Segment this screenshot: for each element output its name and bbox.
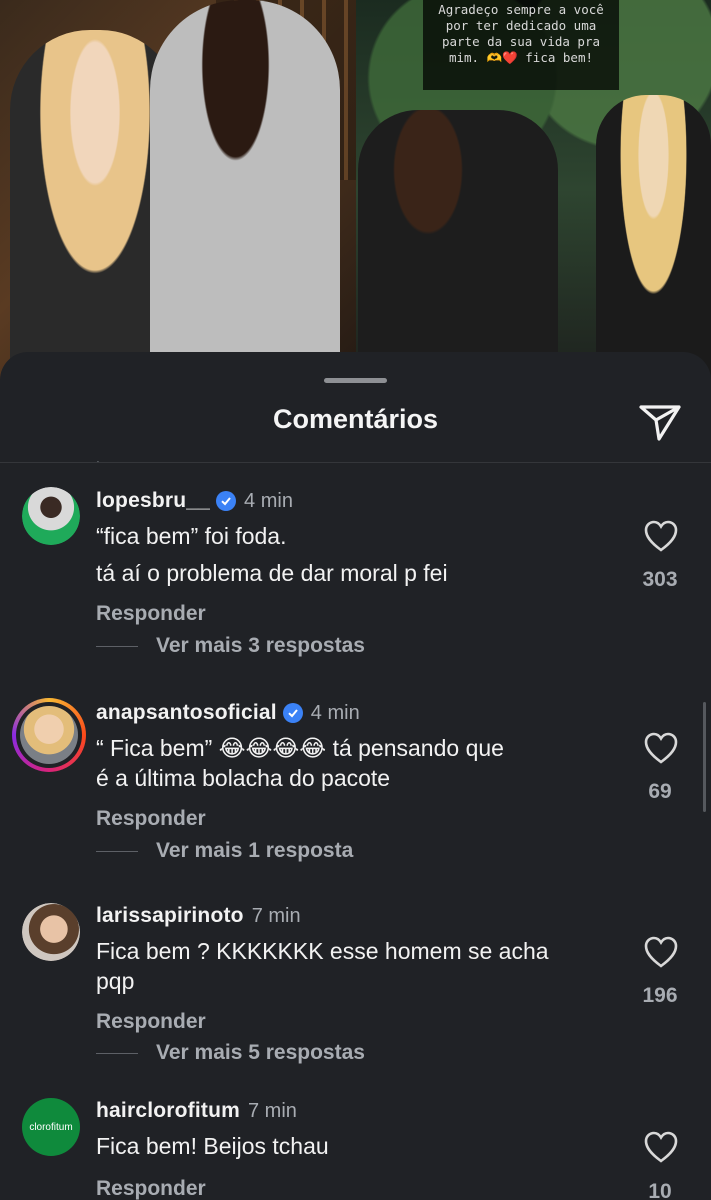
- reply-button[interactable]: Responder: [96, 602, 206, 626]
- comment-time: 7 min: [247, 1099, 297, 1122]
- like-button[interactable]: [642, 518, 680, 554]
- previous-comment-fragment: .: [96, 450, 100, 466]
- comment-text-line: pqp: [96, 968, 135, 994]
- thread-line: [96, 850, 138, 852]
- comment-text: Fica bem ? KKKKKKK esse homem se acha: [96, 938, 549, 964]
- verified-badge-icon: [216, 491, 237, 511]
- comment-time: 4 min: [244, 489, 293, 512]
- heart-icon: [644, 936, 678, 968]
- avatar-story-ring[interactable]: [12, 698, 86, 772]
- view-more-replies[interactable]: Ver mais 3 respostas: [96, 634, 365, 658]
- view-more-replies-label: Ver mais 1 resposta: [156, 839, 354, 862]
- comment-text-line: é a última bolacha do pacote: [96, 765, 391, 791]
- comment-text: “ Fica bem” 😂😂😂😂 tá pensando que: [96, 735, 504, 761]
- like-count: 303: [642, 568, 678, 591]
- avatar[interactable]: [22, 487, 80, 545]
- like-count: 10: [648, 1180, 672, 1200]
- like-button[interactable]: [642, 1129, 680, 1165]
- avatar: [20, 706, 78, 764]
- view-more-replies[interactable]: Ver mais 5 respostas: [96, 1041, 365, 1065]
- avatar[interactable]: clorofitum: [22, 1098, 80, 1156]
- like-count: 69: [648, 780, 672, 803]
- comment-text: Fica bem! Beijos tchau: [96, 1133, 329, 1159]
- like-button[interactable]: [642, 934, 680, 970]
- comments-sheet: Comentários . lopesbru__ 4 min “fica bem…: [0, 352, 711, 1200]
- thread-line: [96, 1052, 138, 1054]
- send-icon: [639, 405, 681, 441]
- verified-badge-icon: [282, 703, 303, 723]
- avatar-logo-text: clorofitum: [29, 1121, 73, 1133]
- username[interactable]: anapsantosoficial: [96, 701, 277, 725]
- heart-icon: [644, 1131, 678, 1163]
- view-more-replies-label: Ver mais 3 respostas: [156, 634, 365, 657]
- comment-meta: lopesbru__ 4 min: [96, 489, 293, 513]
- sheet-drag-handle[interactable]: [324, 378, 387, 383]
- story-caption: Agradeço sempre a você por ter dedicado …: [423, 0, 619, 90]
- sheet-title: Comentários: [272, 404, 439, 434]
- comment-time: 7 min: [251, 904, 301, 927]
- heart-icon: [644, 732, 678, 764]
- like-button[interactable]: [642, 730, 680, 766]
- reply-button[interactable]: Responder: [96, 807, 206, 831]
- comment-text: “fica bem” foi foda.: [96, 523, 287, 549]
- avatar[interactable]: [22, 903, 80, 961]
- comment-time: 4 min: [310, 701, 360, 724]
- header-divider: [0, 462, 711, 463]
- reply-button[interactable]: Responder: [96, 1177, 206, 1200]
- username[interactable]: hairclorofitum: [96, 1099, 240, 1123]
- view-more-replies[interactable]: Ver mais 1 resposta: [96, 839, 353, 863]
- scrollbar[interactable]: [703, 702, 706, 812]
- heart-icon: [644, 520, 678, 552]
- username[interactable]: larissapirinoto: [96, 904, 244, 928]
- view-more-replies-label: Ver mais 5 respostas: [156, 1041, 365, 1064]
- comment-meta: hairclorofitum 7 min: [96, 1099, 297, 1123]
- comment-text-line: tá aí o problema de dar moral p fei: [96, 560, 448, 586]
- photo-person-man: [150, 0, 340, 360]
- share-button[interactable]: [636, 400, 684, 444]
- comment-meta: larissapirinoto 7 min: [96, 904, 301, 928]
- comment-meta: anapsantosoficial 4 min: [96, 701, 360, 725]
- thread-line: [96, 645, 138, 647]
- reply-button[interactable]: Responder: [96, 1010, 206, 1034]
- like-count: 196: [642, 984, 678, 1007]
- photo-person-woman-blonde: [596, 95, 711, 395]
- username[interactable]: lopesbru__: [96, 489, 210, 513]
